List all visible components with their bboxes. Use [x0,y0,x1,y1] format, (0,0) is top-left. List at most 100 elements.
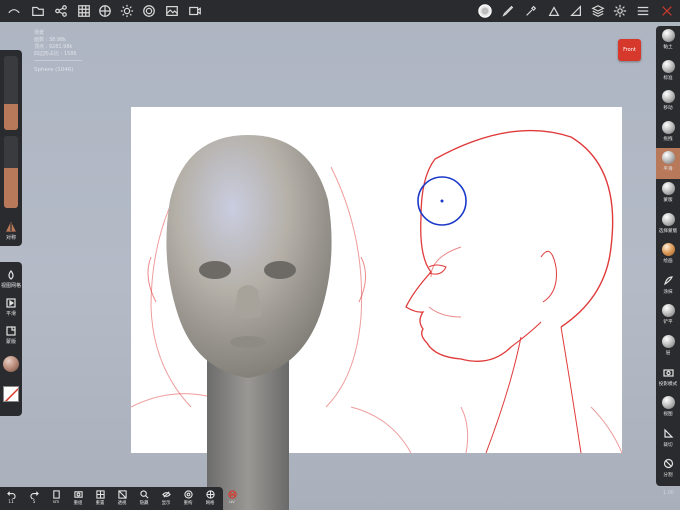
share-icon[interactable] [53,3,69,19]
bottom-button-icon [161,491,171,498]
sphere-brush-icon [661,29,675,42]
bottom-button-7[interactable]: uv [222,489,242,505]
left-tool-panel-lower: 视图网格 平滑 蒙版 [0,262,22,416]
sphere-brush-icon [661,243,675,257]
divider [34,60,82,61]
tool-3[interactable]: 拖拽 [656,118,680,149]
redo-button[interactable]: 5 [24,489,44,505]
tool-11[interactable]: 投影模式 [656,363,680,394]
bottom-button-0[interactable]: 重组 [68,489,88,506]
tool-8[interactable]: 涂抹 [656,271,680,302]
sliders-icon[interactable] [635,3,651,19]
tool-label: 投影模式 [658,381,678,387]
symmetry-button[interactable]: 对称 [0,222,22,241]
close-x-icon[interactable] [659,3,675,19]
tool-4[interactable]: 平滑 [656,148,680,180]
bottom-button-5[interactable]: 重构 [178,489,198,506]
sphere-brush-icon [661,59,675,73]
sphere-brush-icon [661,120,675,134]
redo-count: 5 [32,500,36,505]
intensity-slider[interactable] [4,136,18,208]
sculpt-model[interactable] [150,130,350,510]
pen-icon[interactable] [500,3,516,19]
square-icon [6,326,16,336]
layers-icon[interactable] [590,3,606,19]
sphere-brush-icon [661,151,675,165]
radius-slider[interactable] [4,56,18,130]
tool-label: 选择蒙版 [658,228,678,234]
tool-1[interactable]: 标准 [656,57,680,88]
tool-6[interactable]: 选择蒙版 [656,210,680,241]
bottom-button-label: 隐藏 [139,501,149,506]
tool-label: 涂抹 [663,289,673,295]
undo-count: 11 [8,500,14,505]
bottom-button-1[interactable]: 重置 [90,489,110,506]
eyedropper-icon[interactable] [523,3,539,19]
tool-5[interactable]: 蒙版 [656,179,680,210]
bottom-toolbar: 11 5 sm 重组 重置 透视 隐藏 显示 重构 网格 uv [0,487,237,510]
bottom-button-label: 重构 [183,501,193,506]
split-icon [656,458,680,469]
tool-0[interactable]: 黏土 [656,26,680,57]
gear-icon[interactable] [612,3,628,19]
symmetry-icon [6,222,16,232]
bottom-button-label: 透视 [117,501,127,506]
radius-slider-fill [4,104,18,130]
sphere-brush-icon [661,335,675,348]
undo-button[interactable]: 11 [1,489,21,505]
paint-icon[interactable] [546,3,562,19]
sm-label: sm [52,500,60,505]
tool-13[interactable]: 裁切 [656,424,680,455]
tool-9[interactable]: 铲平 [656,301,680,332]
target-icon[interactable] [141,3,157,19]
bottom-button-icon [205,490,215,499]
tool-2[interactable]: 移动 [656,87,680,118]
globe-icon[interactable] [97,3,113,19]
sun-icon[interactable] [119,3,135,19]
bottom-button-icon [183,490,193,499]
sphere-brush-icon [661,396,675,410]
app-logo-icon[interactable] [6,3,22,19]
front-view-button[interactable]: Front [618,39,641,61]
nose [234,285,262,319]
bottom-button-4[interactable]: 显示 [156,489,176,506]
left-tool-panel: 对称 [0,50,22,246]
image-icon[interactable] [164,3,180,19]
undo-icon [6,491,16,499]
smooth-label: 平滑 [5,311,16,317]
bottom-button-2[interactable]: 透视 [112,489,132,506]
color-swatch[interactable] [3,386,19,402]
bottom-button-6[interactable]: 网格 [200,489,220,506]
triangle-icon[interactable] [568,3,584,19]
tool-label: 裁切 [663,442,673,448]
grid-icon[interactable] [76,3,92,19]
sm-button[interactable]: sm [46,489,66,505]
smooth-toggle-button[interactable]: 平滑 [0,298,22,317]
selected-object[interactable]: Sphere (1046) [34,67,82,74]
folder-icon[interactable] [30,3,46,19]
tool-label: 蒙版 [663,198,673,203]
bottom-button-label: 网格 [205,501,215,506]
tool-label: 层 [665,351,671,356]
icon-icon [656,275,680,286]
bottom-button-icon [227,490,237,499]
sphere-brush-icon [661,182,675,195]
brush-preview-icon[interactable] [477,3,493,19]
right-tool-panel: 黏土 标准移动拖拽平滑蒙版选择蒙版绘画涂抹铲平层投影模式视图裁切分割 [656,26,680,486]
tool-7[interactable]: 绘画 [656,240,680,271]
bottom-button-3[interactable]: 隐藏 [134,489,154,506]
trim-icon [656,428,680,439]
tool-label: 平滑 [663,167,673,173]
tool-12[interactable]: 视图 [656,393,680,424]
tool-14[interactable]: 分割 [656,454,680,485]
video-icon[interactable] [187,3,203,19]
sphere-brush-icon [661,90,675,104]
material-sphere[interactable] [3,356,19,372]
info-line: 场景 [34,30,45,36]
tool-label: 移动 [663,106,673,112]
wireframe-button[interactable]: 视图网格 [0,270,22,289]
tool-label: 绘画 [663,259,673,265]
left-eye-socket [199,261,231,279]
tool-10[interactable]: 层 [656,332,680,363]
mask-toggle-button[interactable]: 蒙版 [0,326,22,345]
